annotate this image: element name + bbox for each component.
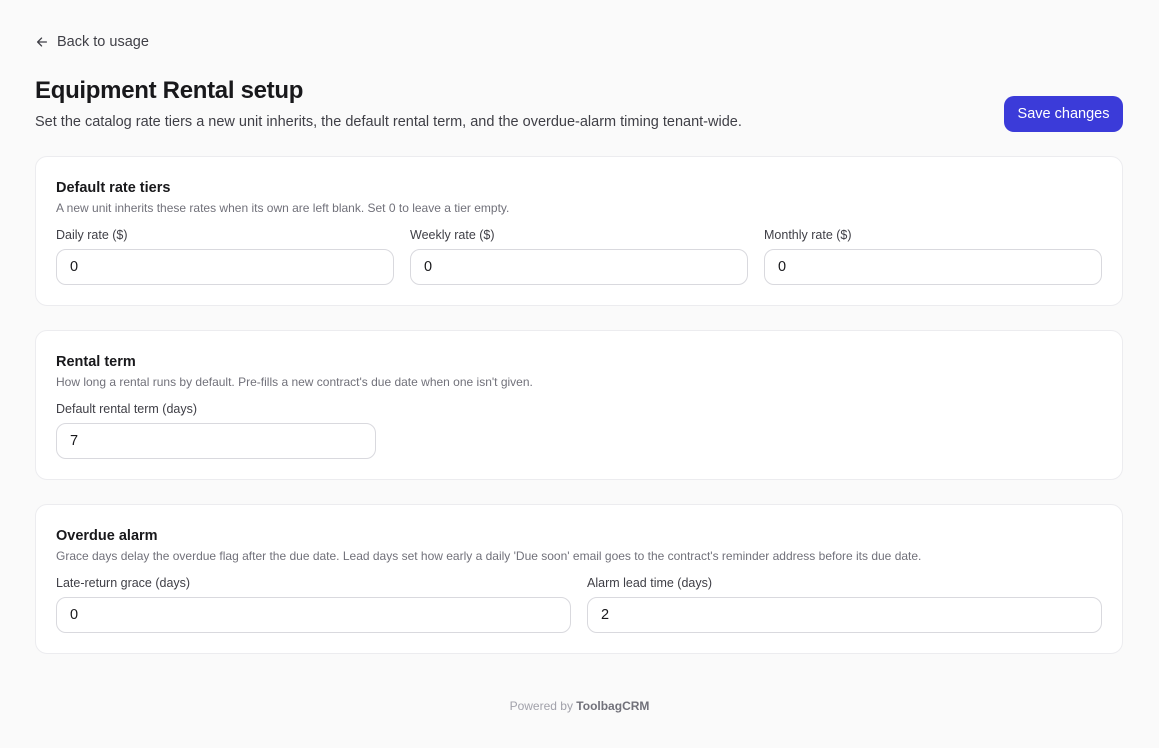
alarm-lead-time-label: Alarm lead time (days)	[587, 576, 713, 590]
footer: Powered by ToolbagCRM	[0, 699, 1159, 713]
monthly-rate-input[interactable]	[764, 249, 1102, 285]
overdue-alarm-card: Overdue alarm Grace days delay the overd…	[35, 504, 1123, 654]
default-rental-term-label: Default rental term (days)	[56, 402, 198, 416]
late-return-grace-label: Late-return grace (days)	[56, 576, 191, 590]
back-link-label: Back to usage	[57, 34, 149, 50]
rate-tiers-title: Default rate tiers	[56, 180, 171, 196]
weekly-rate-input[interactable]	[410, 249, 748, 285]
footer-brand[interactable]: ToolbagCRM	[576, 699, 649, 713]
overdue-alarm-description: Grace days delay the overdue flag after …	[56, 549, 922, 563]
overdue-alarm-title: Overdue alarm	[56, 528, 158, 544]
rate-tiers-card: Default rate tiers A new unit inherits t…	[35, 156, 1123, 306]
rental-term-title: Rental term	[56, 354, 136, 370]
alarm-lead-time-input[interactable]	[587, 597, 1102, 633]
rental-term-description: How long a rental runs by default. Pre-f…	[56, 375, 533, 389]
daily-rate-input[interactable]	[56, 249, 394, 285]
late-return-grace-input[interactable]	[56, 597, 571, 633]
page-subtitle: Set the catalog rate tiers a new unit in…	[35, 114, 742, 130]
page-title: Equipment Rental setup	[35, 77, 304, 104]
weekly-rate-label: Weekly rate ($)	[410, 228, 495, 242]
save-changes-button[interactable]: Save changes	[1004, 96, 1123, 132]
default-rental-term-input[interactable]	[56, 423, 376, 459]
daily-rate-label: Daily rate ($)	[56, 228, 128, 242]
back-to-usage-link[interactable]: Back to usage	[35, 33, 149, 51]
monthly-rate-label: Monthly rate ($)	[764, 228, 852, 242]
arrow-left-icon	[36, 37, 48, 47]
rate-tiers-description: A new unit inherits these rates when its…	[56, 201, 510, 215]
footer-prefix: Powered by	[509, 699, 573, 713]
rental-term-card: Rental term How long a rental runs by de…	[35, 330, 1123, 480]
